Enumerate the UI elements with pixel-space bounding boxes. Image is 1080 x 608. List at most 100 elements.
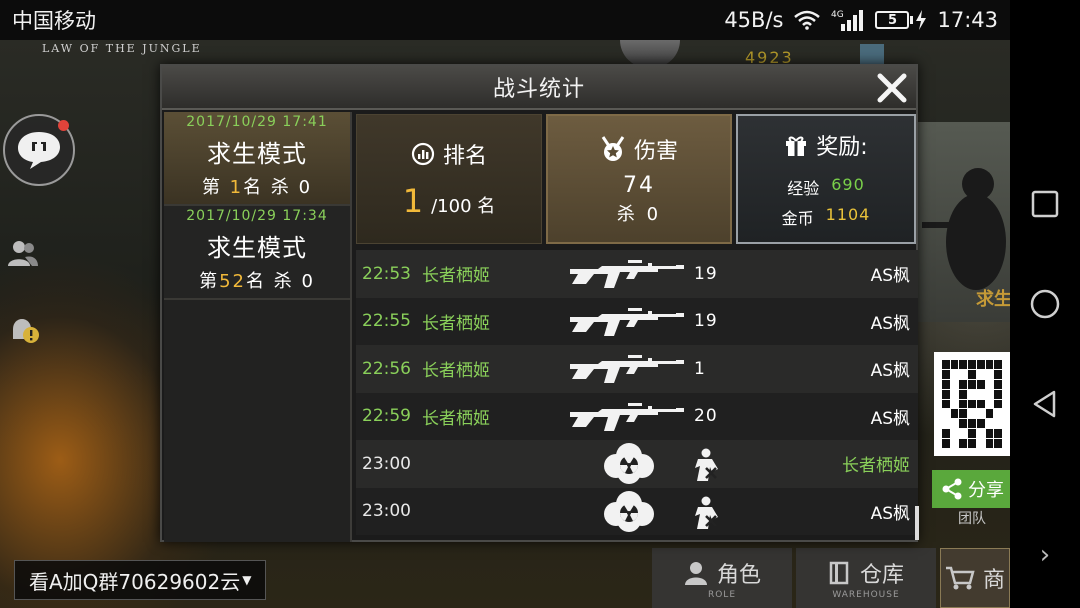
event-time: 22:56: [362, 358, 411, 379]
kill-feed-scrollbar[interactable]: [915, 506, 919, 540]
event-victim: AS枫: [870, 313, 910, 334]
tab-warehouse-sub: WAREHOUSE: [832, 589, 900, 600]
back-button[interactable]: [1025, 384, 1065, 424]
kill-feed-row: 22:56 长者栖姬 1 AS枫: [356, 345, 918, 393]
match-date: 2017/10/29 17:41: [186, 114, 328, 130]
kill-feed-row: 22:59 长者栖姬 20 AS枫: [356, 392, 918, 440]
tab-shop-label: 商: [982, 568, 1005, 593]
match-rank: 1: [229, 177, 244, 198]
close-button[interactable]: [874, 70, 910, 106]
event-killer: 长者栖姬: [422, 313, 490, 334]
tab-role-sub: ROLE: [707, 589, 737, 600]
battle-stats-dialog: 战斗统计 2017/10/29 17:41 求生模式 第 1名 杀 0 2017…: [160, 64, 919, 542]
status-bar: 中国移动 45B/s 4G 5 17:43: [0, 0, 1010, 40]
chevron-right-icon[interactable]: ›: [1040, 540, 1050, 570]
clock: 17:43: [937, 8, 998, 32]
friends-icon[interactable]: [6, 236, 40, 270]
kill-feed[interactable]: 22:53 长者栖姬 19 AS枫 22:55 长者栖姬 19 AS枫 22:56 长者栖姬 …: [356, 250, 918, 542]
match-summary: 排名 1 /100 名 伤害 74 杀 0 奖励: 经验 690 金币 1104: [356, 112, 916, 246]
match-history-list: 2017/10/29 17:41 求生模式 第 1名 杀 0 2017/10/2…: [164, 112, 352, 542]
event-distance: 19: [694, 311, 718, 332]
close-icon: [877, 73, 907, 103]
kill-feed-row: 22:55 长者栖姬 19 AS枫: [356, 297, 918, 345]
rifle-icon: [568, 257, 686, 291]
battery-icon: 5: [875, 10, 927, 30]
dropdown-arrow-icon: ▼: [242, 573, 252, 587]
ranking-icon: [411, 142, 435, 166]
chat-bubble-icon: [18, 132, 60, 169]
match-rank: 52: [219, 271, 246, 292]
event-killer: 长者栖姬: [422, 361, 490, 382]
event-victim: AS枫: [870, 503, 910, 524]
event-time: 22:59: [362, 406, 411, 427]
alert-bell-icon[interactable]: [6, 315, 40, 349]
recent-apps-button[interactable]: [1025, 184, 1065, 224]
damage-card-title: 伤害: [633, 138, 678, 164]
share-icon: [942, 478, 962, 500]
reward-card-title: 奖励:: [816, 135, 868, 160]
carrier-label: 中国移动: [12, 9, 96, 33]
match-kills: 0: [301, 271, 315, 292]
rank-total: /100 名: [431, 196, 496, 217]
tab-role[interactable]: 角色 ROLE: [652, 548, 792, 608]
reward-card: 奖励: 经验 690 金币 1104: [736, 114, 916, 244]
event-victim: 长者栖姬: [842, 456, 910, 477]
poison-gas-icon: [602, 442, 656, 486]
match-result: 第52名 杀 0: [199, 271, 315, 292]
damage-kills: 杀 0: [616, 203, 662, 225]
kill-feed-row: 23:00 AS枫: [356, 487, 918, 535]
match-mode: 求生模式: [207, 234, 307, 262]
event-time: 22:55: [362, 311, 411, 332]
event-distance: 20: [694, 406, 718, 427]
event-time: 23:00: [362, 501, 411, 522]
network-speed: 45B/s: [724, 8, 784, 32]
exp-label: 经验: [787, 179, 820, 198]
rank-value: 1: [402, 182, 424, 220]
event-victim: AS枫: [870, 266, 910, 287]
kill-feed-row: 22:53 长者栖姬 19 AS枫: [356, 250, 918, 298]
event-time: 23:00: [362, 453, 411, 474]
event-killer: 长者栖姬: [422, 408, 490, 429]
match-history-item[interactable]: 2017/10/29 17:41 求生模式 第 1名 杀 0: [164, 112, 350, 206]
warehouse-icon: [829, 561, 849, 584]
knockdown-icon: [692, 448, 722, 482]
knockdown-icon: [692, 496, 722, 530]
notification-dot: [58, 120, 69, 131]
event-time: 22:53: [362, 263, 411, 284]
promo-banner[interactable]: 看A加Q群70629602云 ▼: [14, 560, 267, 600]
gold-label: 金币: [781, 209, 814, 228]
chat-button[interactable]: [3, 114, 75, 186]
network-type: 4G: [831, 10, 844, 20]
cart-icon: [945, 566, 975, 590]
rifle-icon: [568, 400, 686, 434]
promo-banner-text: 看A加Q群70629602云: [29, 569, 241, 594]
rank-card: 排名 1 /100 名: [356, 114, 542, 244]
wifi-icon: [793, 10, 821, 30]
team-label: 团队: [958, 511, 986, 527]
status-indicators: 45B/s 4G 5 17:43: [724, 8, 998, 32]
event-distance: 1: [694, 358, 706, 379]
match-result: 第 1名 杀 0: [201, 177, 313, 198]
rifle-icon: [568, 305, 686, 339]
game-brand-logo: LAW OF THE JUNGLE: [42, 42, 202, 55]
home-button[interactable]: [1025, 284, 1065, 324]
role-icon: [684, 561, 707, 585]
tab-warehouse-label: 仓库: [859, 562, 904, 588]
navigation-bar: ›: [1010, 0, 1080, 608]
gift-icon: [786, 136, 807, 156]
exp-value: 690: [831, 175, 865, 194]
rank-card-title: 排名: [442, 144, 487, 169]
tab-warehouse[interactable]: 仓库 WAREHOUSE: [796, 548, 936, 608]
event-victim: AS枫: [870, 361, 910, 382]
match-kills: 0: [298, 177, 313, 198]
damage-value: 74: [623, 172, 655, 198]
match-history-item[interactable]: 2017/10/29 17:34 求生模式 第52名 杀 0: [164, 206, 350, 300]
signal-icon: 4G: [831, 8, 865, 32]
damage-card: 伤害 74 杀 0: [546, 114, 732, 244]
tab-role-label: 角色: [716, 562, 761, 588]
share-button[interactable]: 分享: [932, 470, 1010, 508]
event-killer: 长者栖姬: [422, 266, 490, 287]
gem-icon: [860, 44, 884, 66]
tab-shop[interactable]: 商: [940, 548, 1010, 608]
battery-level: 5: [875, 11, 910, 29]
